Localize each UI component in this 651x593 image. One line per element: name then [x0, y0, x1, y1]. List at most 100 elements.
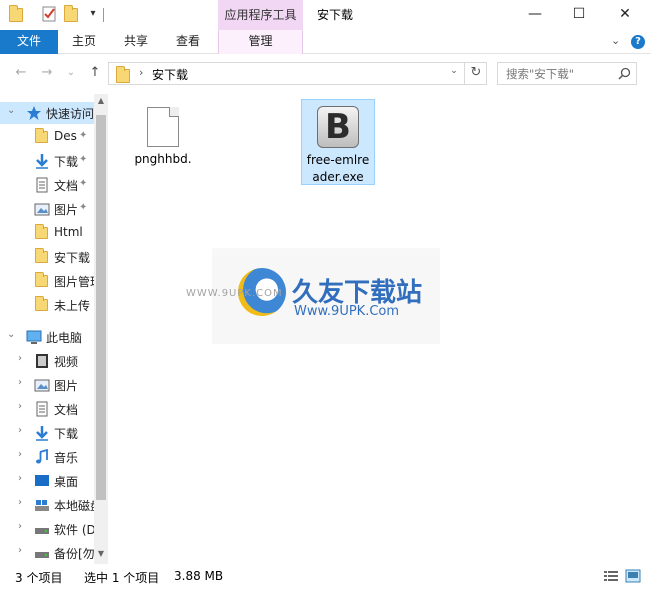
chevron-right-icon[interactable]: ›	[18, 521, 22, 532]
qat-dropdown-icon[interactable]: ▾	[84, 5, 102, 23]
tab-file[interactable]: 文件	[0, 30, 58, 54]
sidebar-item-music[interactable]: › 音乐	[0, 446, 94, 468]
document-icon	[36, 401, 48, 417]
sidebar-label: 文档	[54, 179, 79, 193]
sidebar-item-image-manager[interactable]: 图片管理	[0, 270, 94, 292]
scroll-down-icon[interactable]: ▼	[94, 549, 108, 558]
sidebar-label: Des	[54, 129, 77, 143]
picture-icon	[34, 379, 50, 392]
chevron-right-icon[interactable]: ›	[18, 353, 22, 364]
navigation-bar: ← → ⌄ ↑ › 安下载 ⌄ ↻ 搜索"安下载"	[0, 55, 651, 91]
computer-icon	[26, 330, 42, 344]
sidebar-item-quick-access[interactable]: ⌄ 快速访问	[0, 102, 94, 124]
watermark-url: Www.9UPK.Com	[294, 304, 400, 319]
sidebar-item-backup-drive[interactable]: › 备份[勿	[0, 542, 94, 564]
file-name: pnghhbd.	[134, 152, 192, 166]
contextual-tab-app-tools: 应用程序工具	[218, 0, 303, 30]
status-bar: 3 个项目 选中 1 个项目 3.88 MB	[0, 565, 651, 593]
download-icon	[36, 426, 48, 441]
recent-locations-button[interactable]: ⌄	[62, 64, 80, 82]
search-icon[interactable]	[618, 67, 631, 80]
scrollbar-thumb[interactable]	[96, 115, 106, 500]
file-item-selected[interactable]: B free-emlreader.exe	[301, 99, 375, 185]
video-icon	[36, 354, 48, 368]
sidebar-label: 桌面	[54, 475, 79, 489]
chevron-right-icon[interactable]: ›	[18, 377, 22, 388]
folder-icon	[34, 128, 50, 145]
refresh-button[interactable]: ↻	[464, 62, 487, 85]
close-button[interactable]: ✕	[603, 0, 647, 30]
sidebar-item-pictures-pinned[interactable]: 图片 ✦	[0, 198, 94, 220]
sidebar-item-this-pc[interactable]: ⌄ 此电脑	[0, 326, 94, 348]
folder-icon	[34, 296, 50, 313]
expand-ribbon-icon[interactable]: ⌄	[611, 34, 620, 47]
search-input[interactable]: 搜索"安下载"	[497, 62, 637, 85]
item-count: 3 个项目	[15, 571, 63, 585]
sidebar-label: Html	[54, 225, 83, 239]
sidebar-item-pictures[interactable]: › 图片	[0, 374, 94, 396]
star-icon	[27, 106, 41, 120]
sidebar-item-desktop[interactable]: › 桌面	[0, 470, 94, 492]
chevron-right-icon[interactable]: ›	[18, 497, 22, 508]
properties-icon[interactable]	[40, 5, 58, 23]
chevron-down-icon[interactable]: ⌄	[7, 105, 15, 116]
breadcrumb-current[interactable]: 安下载	[152, 66, 188, 83]
watermark-side-text: WWW.9UPK.COM	[186, 288, 283, 299]
back-button[interactable]: ←	[12, 64, 30, 82]
breadcrumb-separator: ›	[139, 66, 144, 79]
sidebar-item-not-uploaded[interactable]: 未上传	[0, 294, 94, 316]
address-dropdown-button[interactable]: ⌄	[446, 66, 462, 76]
desktop-icon	[35, 475, 49, 486]
file-item[interactable]: pnghhbd.	[126, 99, 200, 175]
sidebar-item-documents[interactable]: › 文档	[0, 398, 94, 420]
picture-icon	[34, 203, 50, 216]
sidebar-item-downloads-pinned[interactable]: 下载 ✦	[0, 150, 94, 172]
scroll-up-icon[interactable]: ▲	[94, 96, 108, 105]
chevron-right-icon[interactable]: ›	[18, 545, 22, 556]
tab-manage[interactable]: 管理	[218, 30, 303, 54]
new-folder-icon[interactable]	[62, 5, 80, 23]
drive-icon	[35, 528, 49, 534]
ribbon-tabs: 文件 主页 共享 查看 管理 ⌄	[0, 30, 651, 54]
tab-home[interactable]: 主页	[60, 30, 108, 54]
sidebar-label: 文档	[54, 403, 79, 417]
chevron-right-icon[interactable]: ›	[18, 401, 22, 412]
sidebar-label: 未上传	[54, 299, 91, 313]
sidebar-item-drive-d[interactable]: › 软件 (D	[0, 518, 94, 540]
chevron-right-icon[interactable]: ›	[18, 473, 22, 484]
sidebar-item-downloads[interactable]: › 下载	[0, 422, 94, 444]
help-icon[interactable]: ?	[631, 35, 645, 49]
up-button[interactable]: ↑	[86, 64, 104, 82]
large-icons-view-icon[interactable]	[625, 569, 641, 583]
sidebar-label: 图片	[54, 203, 79, 217]
forward-button[interactable]: →	[38, 64, 56, 82]
sidebar-scrollbar[interactable]: ▲ ▼	[94, 94, 108, 564]
sidebar-item-desktop-pinned[interactable]: Des ✦	[0, 126, 94, 148]
sidebar-label: 视频	[54, 355, 79, 369]
pin-icon: ✦	[79, 154, 88, 165]
maximize-button[interactable]: ☐	[557, 0, 601, 30]
navigation-pane: ⌄ 快速访问 Des ✦ 下载 ✦ 文档 ✦ 图片 ✦ Html 安下载 图片管…	[0, 94, 108, 564]
sidebar-item-documents-pinned[interactable]: 文档 ✦	[0, 174, 94, 196]
details-view-icon[interactable]	[603, 569, 619, 583]
chevron-right-icon[interactable]: ›	[18, 425, 22, 436]
title-bar: ▾ 应用程序工具 安下载 — ☐ ✕	[0, 0, 651, 30]
selection-count: 选中 1 个项目	[84, 571, 160, 585]
sidebar-label: 音乐	[54, 451, 79, 465]
download-icon	[36, 154, 48, 169]
sidebar-item-anxiazai[interactable]: 安下载	[0, 246, 94, 268]
sidebar-item-html[interactable]: Html	[0, 222, 94, 244]
sidebar-item-videos[interactable]: › 视频	[0, 350, 94, 372]
music-icon	[36, 449, 48, 464]
chevron-down-icon[interactable]: ⌄	[7, 329, 15, 340]
address-bar[interactable]: › 安下载 ⌄ ↻	[108, 62, 487, 85]
chevron-right-icon[interactable]: ›	[18, 449, 22, 460]
sidebar-label: 本地磁盘	[54, 499, 94, 513]
sidebar-item-local-disk[interactable]: › 本地磁盘	[0, 494, 94, 516]
folder-icon	[8, 5, 26, 23]
application-icon: B	[317, 106, 359, 148]
minimize-button[interactable]: —	[513, 0, 557, 30]
pin-icon: ✦	[79, 178, 88, 189]
tab-share[interactable]: 共享	[112, 30, 160, 54]
tab-view[interactable]: 查看	[164, 30, 212, 54]
